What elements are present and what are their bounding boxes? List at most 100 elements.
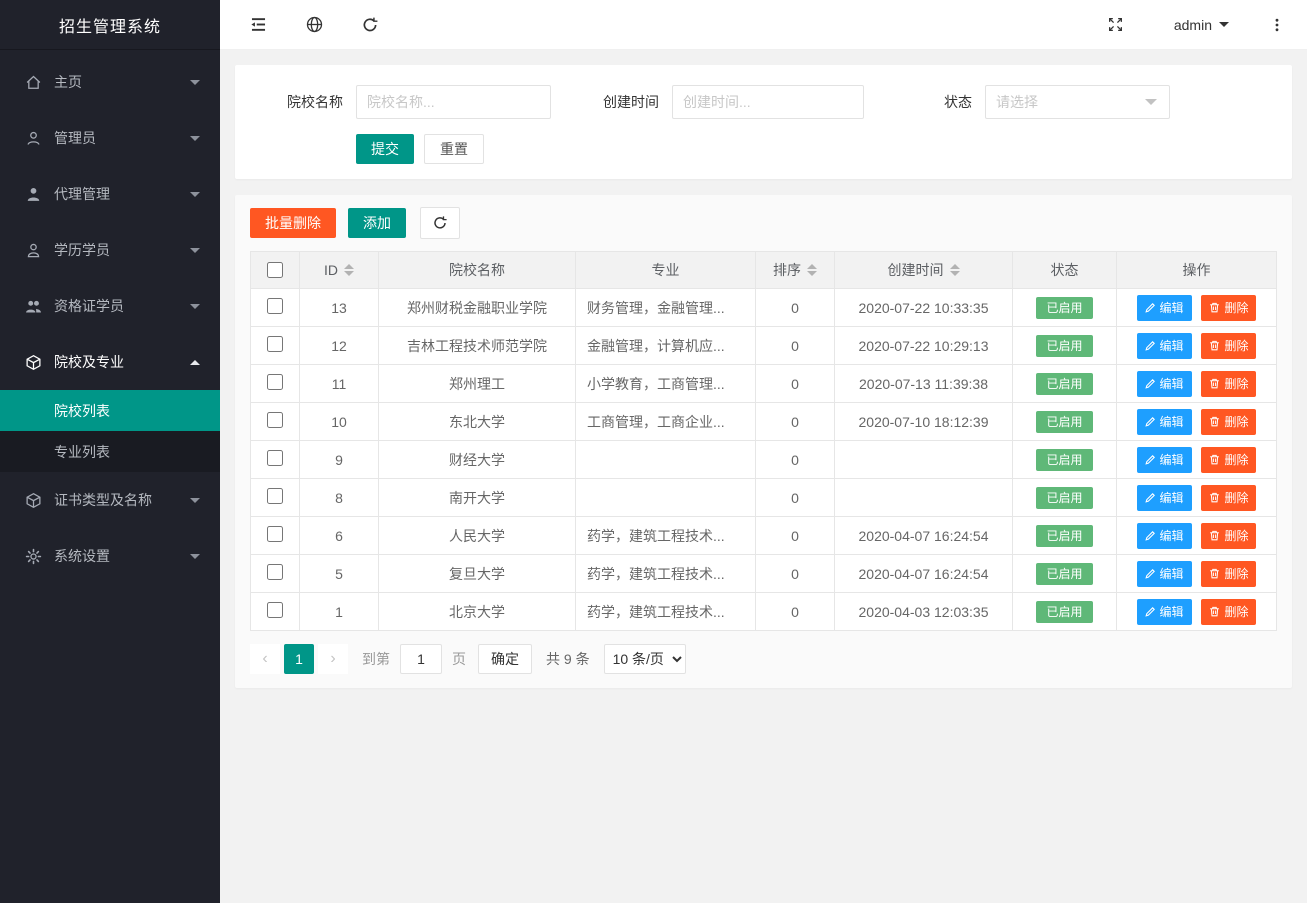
edit-button[interactable]: 编辑: [1137, 447, 1192, 473]
page-size-select[interactable]: 10 条/页: [604, 644, 686, 674]
edit-button[interactable]: 编辑: [1137, 333, 1192, 359]
row-checkbox[interactable]: [267, 526, 283, 542]
collapse-menu-icon[interactable]: [238, 0, 278, 50]
delete-button[interactable]: 删除: [1201, 599, 1256, 625]
delete-button[interactable]: 删除: [1201, 333, 1256, 359]
page-number-input[interactable]: [400, 644, 442, 674]
edit-button[interactable]: 编辑: [1137, 599, 1192, 625]
select-all-checkbox[interactable]: [267, 262, 283, 278]
status-badge: 已启用: [1036, 449, 1092, 471]
user-menu[interactable]: admin: [1160, 0, 1243, 50]
edit-button[interactable]: 编辑: [1137, 561, 1192, 587]
sidebar-item-agents[interactable]: 代理管理: [0, 166, 220, 222]
delete-button[interactable]: 删除: [1201, 371, 1256, 397]
cell-sort: 0: [756, 365, 835, 403]
chevron-up-icon: [190, 360, 200, 365]
sidebar-item-label: 证书类型及名称: [54, 490, 190, 510]
pencil-icon: [1145, 530, 1156, 541]
cell-id: 10: [300, 403, 379, 441]
sidebar-subitem-label: 院校列表: [54, 401, 110, 421]
cell-sort: 0: [756, 479, 835, 517]
sidebar-item-edu-students[interactable]: 学历学员: [0, 222, 220, 278]
cell-id: 8: [300, 479, 379, 517]
edit-button[interactable]: 编辑: [1137, 371, 1192, 397]
submit-button[interactable]: 提交: [356, 134, 414, 164]
reset-button[interactable]: 重置: [424, 134, 484, 164]
globe-icon[interactable]: [294, 0, 334, 50]
trash-icon: [1209, 378, 1220, 389]
table-refresh-button[interactable]: [420, 207, 460, 239]
created-time-input[interactable]: [672, 85, 864, 119]
sort-icon[interactable]: [344, 264, 354, 276]
next-page-button[interactable]: ›: [318, 644, 348, 674]
sidebar-item-cert-students[interactable]: 资格证学员: [0, 278, 220, 334]
row-checkbox[interactable]: [267, 374, 283, 390]
confirm-page-button[interactable]: 确定: [478, 644, 532, 674]
cell-school-name: 郑州理工: [379, 365, 576, 403]
chevron-down-icon: [190, 304, 200, 309]
more-vertical-icon[interactable]: [1257, 0, 1297, 50]
sidebar-menu: 主页 管理员 代理管理 学历学员: [0, 50, 220, 584]
row-checkbox[interactable]: [267, 564, 283, 580]
cell-created: [835, 441, 1013, 479]
row-checkbox[interactable]: [267, 602, 283, 618]
cell-major: 药学，建筑工程技术...: [576, 555, 756, 593]
row-checkbox[interactable]: [267, 412, 283, 428]
chevron-down-icon: [190, 248, 200, 253]
add-button[interactable]: 添加: [348, 208, 406, 238]
cell-id: 9: [300, 441, 379, 479]
chevron-down-icon: [190, 80, 200, 85]
users-icon: [25, 298, 42, 315]
cube-icon: [25, 492, 42, 509]
sidebar-item-schools[interactable]: 院校及专业: [0, 334, 220, 390]
table-row: 8 南开大学 0 已启用 编辑: [251, 479, 1277, 517]
sidebar: 招生管理系统 主页 管理员 代理管理 学历: [0, 0, 220, 903]
sidebar-item-admins[interactable]: 管理员: [0, 110, 220, 166]
user-solid-icon: [25, 186, 42, 203]
delete-button[interactable]: 删除: [1201, 561, 1256, 587]
sidebar-subitem-major-list[interactable]: 专业列表: [0, 431, 220, 472]
cell-school-name: 东北大学: [379, 403, 576, 441]
gear-icon: [25, 548, 42, 565]
delete-button[interactable]: 删除: [1201, 409, 1256, 435]
user-icon: [25, 130, 42, 147]
row-checkbox[interactable]: [267, 336, 283, 352]
edit-button[interactable]: 编辑: [1137, 295, 1192, 321]
row-checkbox[interactable]: [267, 488, 283, 504]
row-checkbox[interactable]: [267, 450, 283, 466]
trash-icon: [1209, 530, 1220, 541]
edit-button[interactable]: 编辑: [1137, 409, 1192, 435]
col-header-status: 状态: [1051, 260, 1079, 280]
edit-button[interactable]: 编辑: [1137, 485, 1192, 511]
chevron-down-icon: [1145, 99, 1157, 105]
delete-button[interactable]: 删除: [1201, 447, 1256, 473]
sidebar-item-cert-types[interactable]: 证书类型及名称: [0, 472, 220, 528]
sort-icon[interactable]: [950, 264, 960, 276]
cell-sort: 0: [756, 555, 835, 593]
status-select[interactable]: 请选择: [985, 85, 1170, 119]
row-checkbox[interactable]: [267, 298, 283, 314]
delete-button[interactable]: 删除: [1201, 485, 1256, 511]
sidebar-subitem-school-list[interactable]: 院校列表: [0, 390, 220, 431]
status-select-value: 请选择: [996, 92, 1038, 112]
refresh-icon[interactable]: [350, 0, 390, 50]
cell-major: 药学，建筑工程技术...: [576, 517, 756, 555]
edit-button[interactable]: 编辑: [1137, 523, 1192, 549]
content: 院校名称 创建时间 状态 请选择 提交 重置: [220, 50, 1307, 903]
table-row: 9 财经大学 0 已启用 编辑: [251, 441, 1277, 479]
cell-major: [576, 479, 756, 517]
sidebar-item-home[interactable]: 主页: [0, 54, 220, 110]
sidebar-item-settings[interactable]: 系统设置: [0, 528, 220, 584]
delete-button[interactable]: 删除: [1201, 295, 1256, 321]
delete-button[interactable]: 删除: [1201, 523, 1256, 549]
batch-delete-button[interactable]: 批量删除: [250, 208, 336, 238]
status-badge: 已启用: [1036, 373, 1092, 395]
filter-group-name: 院校名称: [250, 85, 551, 119]
sidebar-item-label: 系统设置: [54, 546, 190, 566]
school-name-input[interactable]: [356, 85, 551, 119]
goto-label: 到第: [362, 649, 390, 669]
prev-page-button[interactable]: ‹: [250, 644, 280, 674]
sort-icon[interactable]: [807, 264, 817, 276]
fullscreen-icon[interactable]: [1096, 0, 1136, 50]
current-page[interactable]: 1: [284, 644, 314, 674]
